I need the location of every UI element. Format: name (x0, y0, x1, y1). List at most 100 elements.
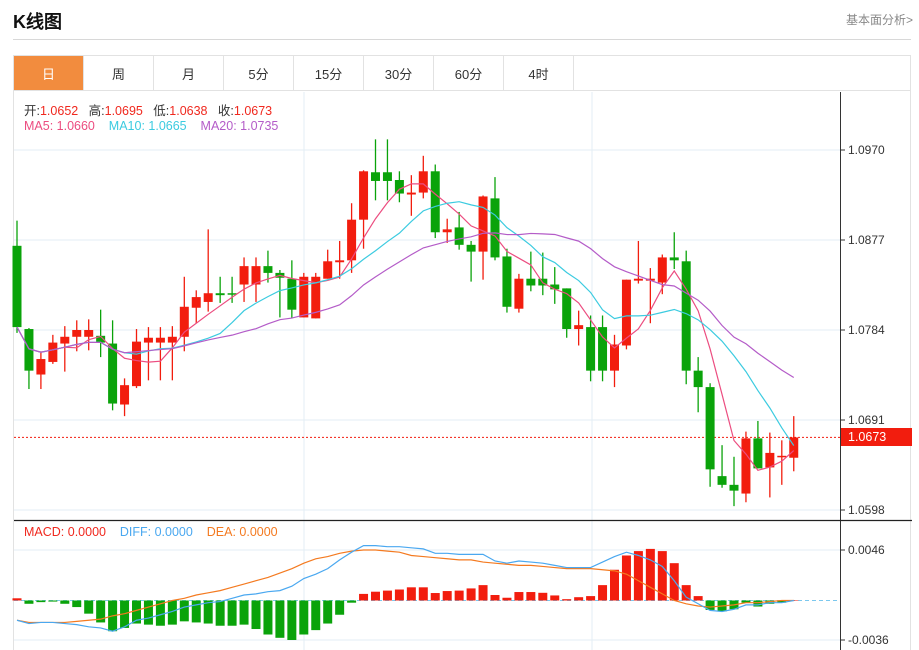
price-tick-label: 1.0784 (848, 323, 885, 337)
candle-up (335, 260, 345, 263)
ma5-value: MA5: 1.0660 (24, 119, 95, 133)
macd-bar (633, 551, 643, 601)
candle-up (167, 336, 177, 343)
candle-up (442, 229, 452, 233)
macd-bar (490, 595, 500, 601)
close-value: 1.0673 (233, 104, 273, 118)
candle-up (418, 171, 428, 193)
candle-up (36, 359, 46, 375)
candle-down (108, 343, 118, 404)
macd-bar (72, 600, 82, 608)
ma10-value: MA10: 1.0665 (108, 119, 187, 133)
macd-bar (203, 600, 213, 624)
macd-bar (550, 595, 560, 601)
candle-up (203, 293, 213, 302)
candle-down (562, 288, 572, 330)
candle-down (371, 172, 380, 181)
macd-tick-label: -0.0036 (848, 633, 889, 647)
candle-up (633, 278, 643, 281)
macd-legend: MACD: 0.0000 DIFF: 0.0000 DEA: 0.0000 (24, 525, 278, 539)
macd-bar (12, 598, 22, 601)
high-label: 高: (88, 104, 105, 118)
candle-up (84, 330, 94, 337)
macd-bar (526, 592, 536, 601)
ma-legend: MA5: 1.0660 MA10: 1.0665 MA20: 1.0735 (24, 119, 278, 133)
macd-bar (502, 597, 512, 601)
macd-bar (84, 600, 94, 614)
macd-bar (48, 600, 58, 602)
macd-bar (657, 551, 667, 601)
candle-up (323, 261, 333, 279)
candle-up (155, 337, 165, 343)
kline-chart[interactable] (0, 0, 919, 650)
macd-bar (251, 600, 261, 630)
macd-bar (574, 597, 584, 601)
candle-up (299, 276, 309, 318)
macd-bar (442, 591, 452, 601)
candle-down (586, 327, 596, 371)
candle-down (490, 198, 500, 258)
macd-tick-label: 0.0046 (848, 543, 885, 557)
candle-down (466, 244, 476, 252)
candle-down (382, 172, 392, 181)
price-tick-label: 1.0598 (848, 503, 885, 517)
ohlc-legend: 开:1.0652 高:1.0695 低:1.0638 收:1.0673 (24, 100, 272, 119)
candle-up (60, 336, 70, 344)
candle-down (287, 278, 297, 310)
macd-bar (669, 563, 679, 601)
macd-bar (359, 593, 369, 601)
ma10-line (16, 201, 795, 446)
high-value: 1.0695 (104, 104, 143, 118)
macd-bar (693, 596, 703, 601)
low-label: 低: (153, 104, 170, 118)
candle-down (502, 256, 512, 307)
macd-bar (347, 600, 357, 603)
candle-up (657, 257, 667, 283)
candle-up (514, 278, 524, 309)
candle-up (359, 171, 369, 220)
macd-bar (478, 585, 488, 601)
macd-bar (430, 593, 440, 601)
candle-down (394, 180, 404, 194)
macd-bar (275, 600, 285, 638)
candle-down (12, 245, 22, 328)
macd-bar (179, 600, 189, 622)
candle-up (143, 337, 153, 343)
macd-bar (586, 596, 596, 601)
price-tick-label: 1.0970 (848, 143, 885, 157)
candle-down (693, 370, 703, 388)
candle-down (598, 327, 608, 371)
macd-bar (514, 592, 524, 601)
macd-bar (299, 600, 309, 635)
open-value: 1.0652 (39, 104, 79, 118)
dea-value: DEA: 0.0000 (206, 525, 278, 539)
macd-bar (263, 600, 273, 635)
macd-bar (311, 600, 321, 631)
price-tick-label: 1.0877 (848, 233, 885, 247)
macd-bar (335, 600, 345, 615)
macd-bar (382, 590, 392, 601)
macd-bar (466, 588, 476, 601)
macd-bar (394, 589, 404, 601)
candle-down (753, 438, 763, 469)
low-value: 1.0638 (169, 104, 208, 118)
candle-up (191, 297, 201, 308)
macd-bar (143, 600, 153, 625)
macd-bar (454, 590, 464, 601)
macd-bar (753, 600, 763, 607)
candle-down (454, 227, 464, 245)
macd-bar (287, 600, 297, 640)
candle-up (48, 342, 58, 362)
macd-value: MACD: 0.0000 (24, 525, 106, 539)
candle-up (478, 196, 488, 252)
macd-bar (598, 585, 608, 601)
macd-bar (36, 600, 46, 603)
candle-up (574, 325, 584, 330)
ma20-value: MA20: 1.0735 (200, 119, 279, 133)
macd-bar (227, 600, 237, 626)
candle-up (741, 438, 751, 494)
macd-bar (406, 587, 416, 601)
candle-down (705, 387, 715, 470)
current-price-label: 1.0673 (841, 428, 912, 447)
macd-bar (371, 591, 380, 601)
